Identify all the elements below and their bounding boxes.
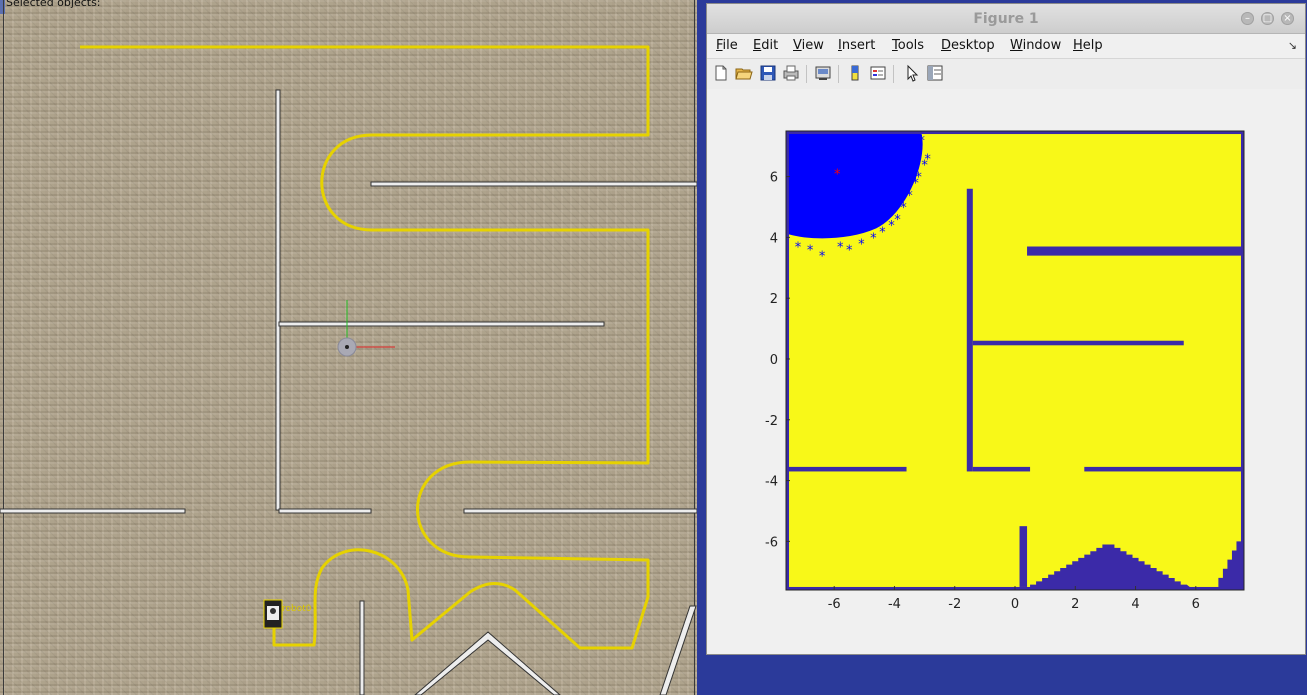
map-obstacle (1084, 466, 1241, 472)
close-icon[interactable]: × (1281, 12, 1294, 25)
open-file-icon[interactable] (735, 64, 753, 82)
edit-plot-arrow-icon[interactable] (903, 64, 921, 82)
particle-point: * (795, 241, 802, 256)
particle-point: * (888, 219, 895, 234)
origin-marker[interactable] (337, 300, 395, 357)
particle-point: * (924, 152, 931, 167)
dock-figure-icon[interactable]: ↘ (1288, 39, 1297, 52)
menu-edit[interactable]: Edit (753, 38, 778, 53)
simulator-scene[interactable] (0, 0, 697, 695)
x-tick-label: 6 (1192, 597, 1200, 612)
wall-bottom-triangle (414, 631, 561, 695)
figure-menubar: File Edit View Insert Tools Desktop Wind… (707, 34, 1305, 58)
wall-vertical-center (275, 89, 281, 511)
particle-point: * (900, 201, 907, 216)
origin-center-dot (345, 345, 349, 349)
x-tick-label: -2 (948, 597, 961, 612)
wall-lower-right (463, 508, 697, 514)
y-tick-label: 4 (770, 231, 778, 246)
map-obstacle (972, 466, 1031, 472)
simulator-viewport[interactable]: Selected objects: robot0 (0, 0, 697, 695)
toolbar-separator (838, 65, 839, 83)
wall-bottom-stub (359, 600, 365, 695)
x-tick-label: -4 (888, 597, 901, 612)
menu-tools[interactable]: Tools (892, 38, 924, 53)
wall-lower-left (0, 508, 186, 514)
menu-desktop[interactable]: Desktop (941, 38, 995, 53)
figure-window[interactable]: Figure 1 – □ × File Edit View Insert Too… (707, 4, 1305, 654)
property-inspector-icon[interactable] (926, 64, 944, 82)
particle-point: * (819, 250, 826, 265)
y-tick-label: 2 (770, 292, 778, 307)
x-tick-label: 0 (1011, 597, 1019, 612)
y-tick-label: -2 (765, 414, 778, 429)
insert-colorbar-icon[interactable] (846, 64, 864, 82)
map-obstacle (966, 188, 973, 472)
walls (0, 89, 697, 695)
insert-legend-icon[interactable] (869, 64, 887, 82)
particle-point: * (918, 134, 925, 149)
x-tick-label: 2 (1071, 597, 1079, 612)
maximize-icon[interactable]: □ (1261, 12, 1274, 25)
figure-titlebar[interactable]: Figure 1 – □ × (707, 4, 1305, 34)
pose-estimate-marker: * (834, 168, 841, 183)
particle-point: * (912, 177, 919, 192)
link-plot-icon[interactable] (814, 64, 832, 82)
new-figure-icon[interactable] (712, 64, 730, 82)
menu-insert[interactable]: Insert (838, 38, 875, 53)
save-icon[interactable] (759, 64, 777, 82)
particle-point: * (894, 213, 901, 228)
x-tick-label: -6 (828, 597, 841, 612)
minimize-icon[interactable]: – (1241, 12, 1254, 25)
robot-icon[interactable] (263, 599, 283, 629)
particle-point: * (879, 225, 886, 240)
y-tick-label: 0 (770, 353, 778, 368)
particle-point: * (870, 231, 877, 246)
wall-bottom-right-diagonal (659, 605, 697, 695)
wall-middle-horizontal (278, 321, 605, 327)
particle-point: * (858, 237, 865, 252)
map-obstacle (789, 466, 907, 472)
plot-area[interactable]: * * * * * * * * * * * * * * * * * * -6 -4 -2 0 2 4 6 6 4 2 0 -2 -4 -6 (707, 89, 1305, 654)
menu-view[interactable]: View (793, 38, 824, 53)
menu-file[interactable]: File (716, 38, 738, 53)
particle-point: * (846, 244, 853, 259)
wall-upper-horizontal (370, 181, 697, 187)
y-tick-label: -6 (765, 535, 778, 550)
menu-window[interactable]: Window (1010, 38, 1061, 53)
map-obstacle (1019, 526, 1028, 587)
y-tick-label: -4 (765, 475, 778, 490)
y-tick-label: 6 (770, 171, 778, 186)
figure-toolbar (707, 58, 1305, 90)
particle-point: * (807, 244, 814, 259)
occupancy-plot[interactable]: ******************-6 -4 -2 0 2 4 66420-2-4-6 (707, 89, 1305, 654)
toolbar-separator (806, 65, 807, 83)
x-tick-label: 4 (1131, 597, 1139, 612)
robot-label: robot0 (282, 604, 312, 614)
map-obstacle (1027, 246, 1241, 256)
menu-help[interactable]: Help (1073, 38, 1103, 53)
toolbar-separator (893, 65, 894, 83)
map-obstacle (972, 340, 1184, 346)
figure-title: Figure 1 (973, 11, 1039, 27)
wall-lower-center (278, 508, 372, 514)
particle-point: * (837, 241, 844, 256)
print-icon[interactable] (782, 64, 800, 82)
